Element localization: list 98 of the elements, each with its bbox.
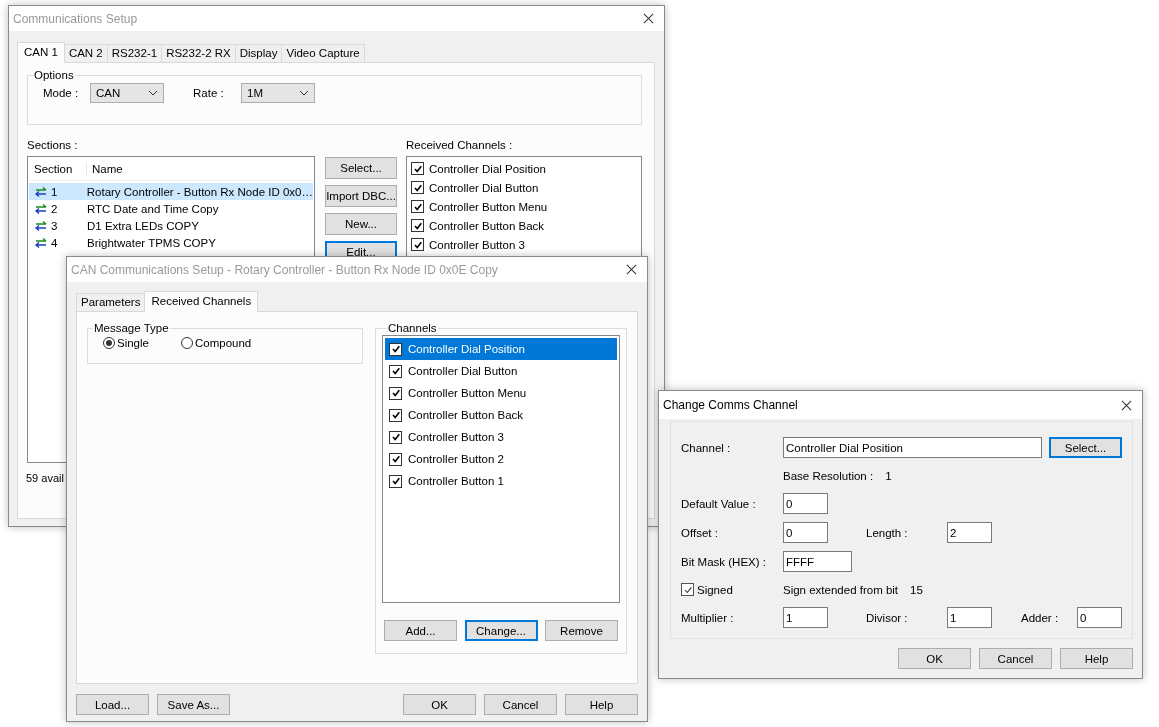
channel-row[interactable]: Controller Button Back	[385, 404, 617, 426]
chevron-down-icon	[299, 90, 309, 96]
offset-field[interactable]: 0	[783, 522, 828, 543]
dialog-button[interactable]: Cancel	[979, 648, 1052, 669]
dialog-button[interactable]: New...	[325, 213, 397, 235]
tab[interactable]: Parameters	[76, 293, 146, 311]
field-label: Channel :	[681, 441, 732, 454]
dialog-button[interactable]: Import DBC...	[325, 185, 397, 207]
mode-dropdown[interactable]: CAN	[90, 83, 164, 103]
section-row[interactable]: 1 Rotary Controller - Button Rx Node ID 0x0…	[29, 183, 313, 200]
received-channels-label: Received Channels :	[406, 139, 514, 151]
transfer-arrows-icon	[35, 220, 47, 231]
channel-label: Controller Dial Position	[429, 162, 546, 175]
radio-option[interactable]: Compound	[180, 337, 252, 349]
field-label: Adder :	[1021, 611, 1060, 624]
section-row[interactable]: 4 Brightwater TPMS COPY	[29, 234, 313, 251]
radio-button[interactable]	[103, 337, 115, 349]
field-label: Default Value :	[681, 497, 757, 510]
rate-dropdown[interactable]: 1M	[241, 83, 315, 103]
divisor-field[interactable]: 1	[947, 607, 992, 628]
field-label: Length :	[866, 526, 909, 539]
dialog-button[interactable]: Select...	[325, 157, 397, 179]
sign-bit-value: 15	[910, 583, 923, 596]
signed-checkbox[interactable]: Signed	[681, 583, 783, 596]
checkbox[interactable]	[411, 238, 424, 251]
checkbox[interactable]	[411, 162, 424, 175]
checkbox[interactable]	[389, 408, 402, 422]
section-row[interactable]: 3 D1 Extra LEDs COPY	[29, 217, 313, 234]
rate-label: Rate :	[193, 87, 225, 99]
field-label: Base Resolution :	[783, 469, 874, 482]
dialog-button[interactable]: Change...	[464, 620, 538, 641]
chevron-down-icon	[148, 90, 158, 96]
radio-button[interactable]	[180, 337, 193, 349]
group-title: Options	[33, 69, 75, 81]
resolution-value: 1	[885, 469, 892, 482]
window-title: Communications Setup	[13, 11, 138, 26]
checkbox[interactable]	[389, 342, 402, 356]
multiplier-field[interactable]: 1	[783, 607, 828, 628]
channel-row[interactable]: Controller Button 1	[385, 470, 617, 492]
sections-label: Sections :	[27, 139, 79, 151]
radio-option[interactable]: Single	[103, 337, 149, 349]
checkbox[interactable]	[389, 430, 402, 444]
column-header[interactable]: Section	[29, 163, 87, 175]
close-icon[interactable]	[1121, 399, 1132, 411]
dialog-button[interactable]: OK	[898, 648, 971, 669]
channel-label: Controller Button 3	[429, 238, 525, 251]
channel-row[interactable]: Controller Dial Button	[385, 360, 617, 382]
checkbox[interactable]	[411, 219, 424, 232]
dialog-button[interactable]: Help	[1060, 648, 1133, 669]
window-title: CAN Communications Setup - Rotary Controller - Button Rx Node ID 0x0E Copy	[71, 262, 498, 277]
channel-row[interactable]: Controller Button Menu	[385, 382, 617, 404]
bit-mask-field[interactable]: FFFF	[783, 551, 852, 572]
transfer-arrows-icon	[35, 186, 47, 197]
tab[interactable]: Received Channels	[144, 291, 259, 312]
status-text: 59 avail	[26, 472, 64, 484]
close-icon[interactable]	[643, 13, 654, 24]
dialog-button[interactable]: Help	[565, 694, 638, 715]
channel-row[interactable]: Controller Dial Position	[385, 338, 617, 360]
transfer-arrows-icon	[35, 203, 47, 214]
channel-row[interactable]: Controller Button 2	[385, 448, 617, 470]
group-title: Message Type	[93, 322, 170, 334]
tab[interactable]: CAN 1	[17, 42, 65, 63]
checkbox[interactable]	[411, 181, 424, 194]
column-header[interactable]: Name	[87, 163, 123, 175]
adder-field[interactable]: 0	[1077, 607, 1122, 628]
channel-row[interactable]: Controller Button 3	[385, 426, 617, 448]
field-label: Bit Mask (HEX) :	[681, 555, 767, 568]
group-title: Channels	[387, 322, 438, 334]
field-label: Divisor :	[866, 611, 909, 624]
section-row[interactable]: 2 RTC Date and Time Copy	[29, 200, 313, 217]
checkbox[interactable]	[389, 386, 402, 400]
dialog-button[interactable]: Cancel	[484, 694, 557, 715]
select-button[interactable]: Select...	[1049, 437, 1122, 458]
checkbox[interactable]	[389, 452, 402, 466]
dialog-button[interactable]: Load...	[76, 694, 149, 715]
channel-label: Controller Dial Button	[429, 181, 539, 194]
checkbox[interactable]	[389, 364, 402, 378]
default-value-field[interactable]: 0	[783, 493, 828, 514]
dialog-button[interactable]: OK	[403, 694, 476, 715]
field-label: Offset :	[681, 526, 719, 539]
window-title: Change Comms Channel	[663, 398, 798, 412]
checkbox[interactable]	[389, 474, 402, 488]
checkbox[interactable]	[411, 200, 424, 213]
channel-field[interactable]: Controller Dial Position	[783, 437, 1042, 458]
tab[interactable]: Display	[234, 44, 283, 62]
dialog-button[interactable]: Add...	[384, 620, 457, 641]
mode-label: Mode :	[43, 87, 80, 99]
field-label: Multiplier :	[681, 611, 735, 624]
close-icon[interactable]	[626, 264, 637, 275]
tab[interactable]: Video Capture	[281, 44, 365, 62]
channel-label: Controller Button Menu	[429, 200, 548, 213]
dialog-button[interactable]: Remove	[545, 620, 618, 641]
dialog-button[interactable]: Save As...	[157, 694, 230, 715]
sign-extend-label: Sign extended from bit	[783, 583, 899, 596]
checkbox[interactable]	[681, 583, 694, 596]
transfer-arrows-icon	[35, 237, 47, 248]
length-field[interactable]: 2	[947, 522, 992, 543]
channel-label: Controller Button Back	[429, 219, 545, 232]
